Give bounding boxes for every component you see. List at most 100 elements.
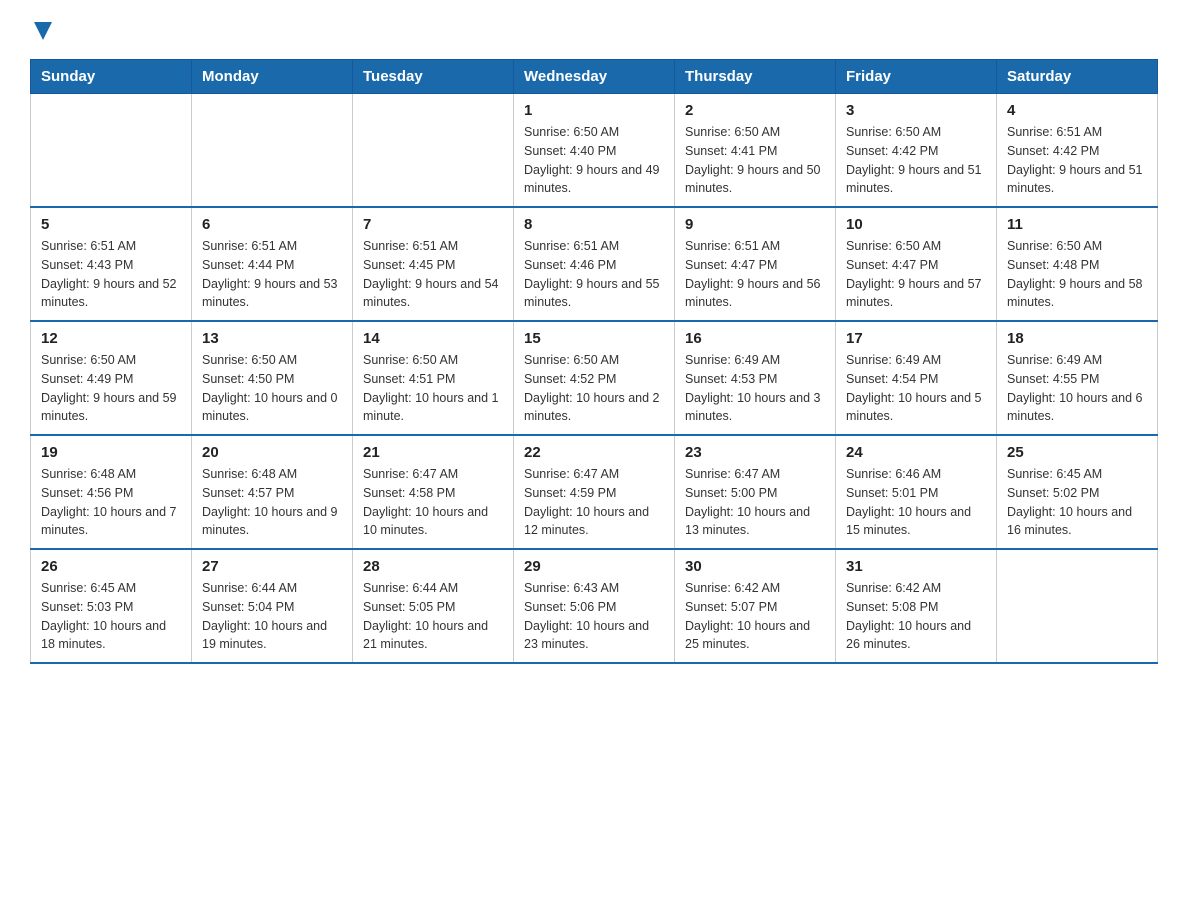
day-info: Sunrise: 6:44 AMSunset: 5:04 PMDaylight:… [202,579,342,654]
day-info: Sunrise: 6:42 AMSunset: 5:07 PMDaylight:… [685,579,825,654]
calendar-cell: 21 Sunrise: 6:47 AMSunset: 4:58 PMDayligh… [353,435,514,549]
day-number: 6 [202,216,342,233]
day-number: 30 [685,558,825,575]
day-number: 25 [1007,444,1147,461]
calendar-cell: 12 Sunrise: 6:50 AMSunset: 4:49 PMDayligh… [31,321,192,435]
calendar-cell [997,549,1158,663]
calendar-cell: 27Sunrise: 6:44 AMSunset: 5:04 PMDayligh… [192,549,353,663]
calendar-cell: 1 Sunrise: 6:50 AMSunset: 4:40 PMDaylight… [514,94,675,208]
day-info: Sunrise: 6:45 AMSunset: 5:03 PMDaylight:… [41,579,181,654]
calendar-body: 1 Sunrise: 6:50 AMSunset: 4:40 PMDaylight… [31,94,1158,664]
day-number: 16 [685,330,825,347]
calendar-table: SundayMondayTuesdayWednesdayThursdayFrid… [30,59,1158,664]
day-info: Sunrise: 6:50 AMSunset: 4:40 PMDaylight:… [524,123,664,198]
day-number: 11 [1007,216,1147,233]
calendar-cell: 30 Sunrise: 6:42 AMSunset: 5:07 PMDayligh… [675,549,836,663]
day-info: Sunrise: 6:48 AMSunset: 4:57 PMDaylight:… [202,465,342,540]
day-number: 19 [41,444,181,461]
day-info: Sunrise: 6:50 AMSunset: 4:48 PMDaylight:… [1007,237,1147,312]
day-info: Sunrise: 6:50 AMSunset: 4:50 PMDaylight:… [202,351,342,426]
day-info: Sunrise: 6:50 AMSunset: 4:42 PMDaylight:… [846,123,986,198]
calendar-cell: 22 Sunrise: 6:47 AMSunset: 4:59 PMDayligh… [514,435,675,549]
day-info: Sunrise: 6:45 AMSunset: 5:02 PMDaylight:… [1007,465,1147,540]
calendar-cell: 3Sunrise: 6:50 AMSunset: 4:42 PMDaylight… [836,94,997,208]
calendar-cell: 25 Sunrise: 6:45 AMSunset: 5:02 PMDayligh… [997,435,1158,549]
calendar-day-header: Sunday [31,60,192,94]
calendar-header-row: SundayMondayTuesdayWednesdayThursdayFrid… [31,60,1158,94]
day-info: Sunrise: 6:50 AMSunset: 4:52 PMDaylight:… [524,351,664,426]
day-number: 8 [524,216,664,233]
logo [30,20,52,41]
calendar-day-header: Saturday [997,60,1158,94]
day-info: Sunrise: 6:50 AMSunset: 4:41 PMDaylight:… [685,123,825,198]
day-number: 23 [685,444,825,461]
day-info: Sunrise: 6:44 AMSunset: 5:05 PMDaylight:… [363,579,503,654]
calendar-day-header: Friday [836,60,997,94]
day-number: 7 [363,216,503,233]
calendar-cell: 28 Sunrise: 6:44 AMSunset: 5:05 PMDayligh… [353,549,514,663]
day-number: 2 [685,102,825,119]
calendar-week-row: 12 Sunrise: 6:50 AMSunset: 4:49 PMDayligh… [31,321,1158,435]
day-number: 24 [846,444,986,461]
calendar-cell: 23 Sunrise: 6:47 AMSunset: 5:00 PMDayligh… [675,435,836,549]
day-number: 4 [1007,102,1147,119]
day-info: Sunrise: 6:50 AMSunset: 4:47 PMDaylight:… [846,237,986,312]
day-number: 10 [846,216,986,233]
day-number: 31 [846,558,986,575]
day-info: Sunrise: 6:47 AMSunset: 4:59 PMDaylight:… [524,465,664,540]
calendar-header: SundayMondayTuesdayWednesdayThursdayFrid… [31,60,1158,94]
calendar-cell: 31 Sunrise: 6:42 AMSunset: 5:08 PMDayligh… [836,549,997,663]
day-number: 17 [846,330,986,347]
day-info: Sunrise: 6:50 AMSunset: 4:49 PMDaylight:… [41,351,181,426]
calendar-cell: 8 Sunrise: 6:51 AMSunset: 4:46 PMDaylight… [514,207,675,321]
calendar-cell: 7Sunrise: 6:51 AMSunset: 4:45 PMDaylight… [353,207,514,321]
calendar-cell: 17 Sunrise: 6:49 AMSunset: 4:54 PMDayligh… [836,321,997,435]
calendar-cell: 13Sunrise: 6:50 AMSunset: 4:50 PMDayligh… [192,321,353,435]
day-info: Sunrise: 6:46 AMSunset: 5:01 PMDaylight:… [846,465,986,540]
calendar-day-header: Monday [192,60,353,94]
day-number: 21 [363,444,503,461]
day-number: 26 [41,558,181,575]
day-number: 14 [363,330,503,347]
calendar-cell: 2 Sunrise: 6:50 AMSunset: 4:41 PMDaylight… [675,94,836,208]
calendar-week-row: 1 Sunrise: 6:50 AMSunset: 4:40 PMDaylight… [31,94,1158,208]
day-number: 18 [1007,330,1147,347]
day-number: 28 [363,558,503,575]
calendar-cell: 18 Sunrise: 6:49 AMSunset: 4:55 PMDayligh… [997,321,1158,435]
day-info: Sunrise: 6:49 AMSunset: 4:53 PMDaylight:… [685,351,825,426]
day-info: Sunrise: 6:49 AMSunset: 4:54 PMDaylight:… [846,351,986,426]
day-info: Sunrise: 6:49 AMSunset: 4:55 PMDaylight:… [1007,351,1147,426]
calendar-week-row: 19 Sunrise: 6:48 AMSunset: 4:56 PMDayligh… [31,435,1158,549]
calendar-cell: 19 Sunrise: 6:48 AMSunset: 4:56 PMDayligh… [31,435,192,549]
calendar-week-row: 5Sunrise: 6:51 AMSunset: 4:43 PMDaylight… [31,207,1158,321]
day-number: 1 [524,102,664,119]
calendar-week-row: 26 Sunrise: 6:45 AMSunset: 5:03 PMDayligh… [31,549,1158,663]
day-number: 20 [202,444,342,461]
calendar-day-header: Thursday [675,60,836,94]
calendar-cell: 14 Sunrise: 6:50 AMSunset: 4:51 PMDayligh… [353,321,514,435]
day-number: 9 [685,216,825,233]
day-info: Sunrise: 6:48 AMSunset: 4:56 PMDaylight:… [41,465,181,540]
day-number: 22 [524,444,664,461]
calendar-cell: 24 Sunrise: 6:46 AMSunset: 5:01 PMDayligh… [836,435,997,549]
day-info: Sunrise: 6:47 AMSunset: 4:58 PMDaylight:… [363,465,503,540]
calendar-cell [192,94,353,208]
day-number: 29 [524,558,664,575]
logo-arrow-icon [34,22,52,40]
day-info: Sunrise: 6:42 AMSunset: 5:08 PMDaylight:… [846,579,986,654]
day-info: Sunrise: 6:50 AMSunset: 4:51 PMDaylight:… [363,351,503,426]
day-info: Sunrise: 6:47 AMSunset: 5:00 PMDaylight:… [685,465,825,540]
calendar-cell: 20 Sunrise: 6:48 AMSunset: 4:57 PMDayligh… [192,435,353,549]
calendar-day-header: Tuesday [353,60,514,94]
calendar-cell: 5Sunrise: 6:51 AMSunset: 4:43 PMDaylight… [31,207,192,321]
day-info: Sunrise: 6:51 AMSunset: 4:44 PMDaylight:… [202,237,342,312]
calendar-cell: 16 Sunrise: 6:49 AMSunset: 4:53 PMDayligh… [675,321,836,435]
calendar-cell: 10 Sunrise: 6:50 AMSunset: 4:47 PMDayligh… [836,207,997,321]
day-number: 12 [41,330,181,347]
calendar-cell: 15 Sunrise: 6:50 AMSunset: 4:52 PMDayligh… [514,321,675,435]
day-info: Sunrise: 6:51 AMSunset: 4:42 PMDaylight:… [1007,123,1147,198]
day-info: Sunrise: 6:51 AMSunset: 4:46 PMDaylight:… [524,237,664,312]
day-number: 15 [524,330,664,347]
day-info: Sunrise: 6:51 AMSunset: 4:43 PMDaylight:… [41,237,181,312]
calendar-cell: 9Sunrise: 6:51 AMSunset: 4:47 PMDaylight… [675,207,836,321]
